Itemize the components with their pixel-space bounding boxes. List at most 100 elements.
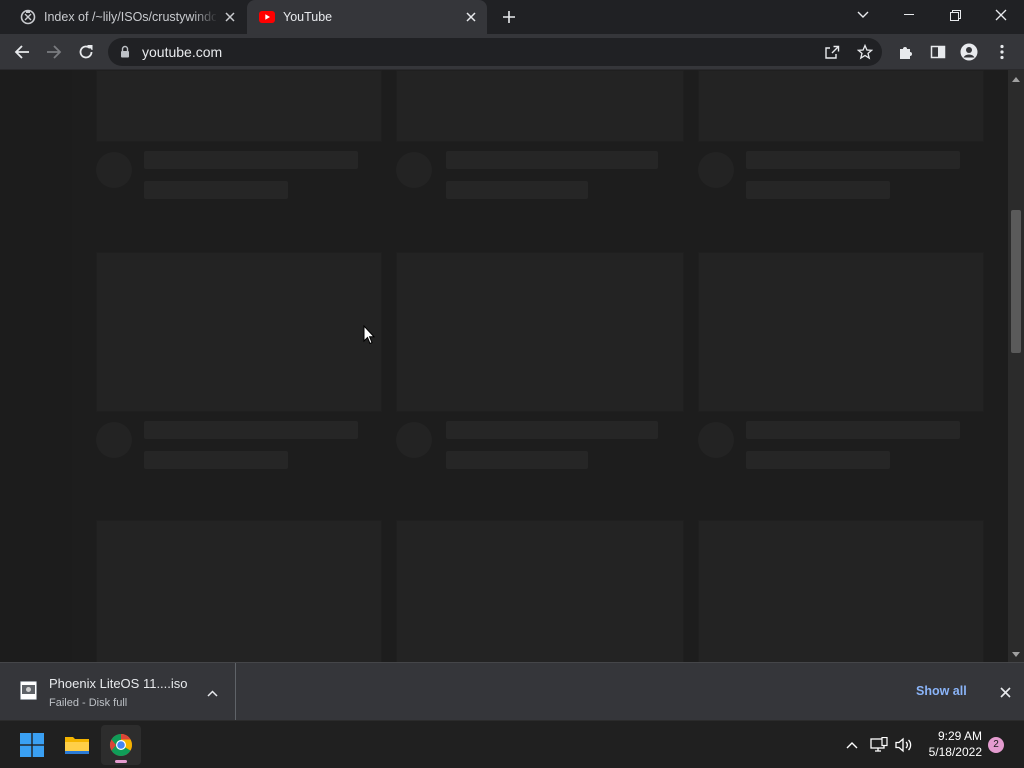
minimize-icon — [904, 14, 914, 15]
title-line-placeholder — [746, 151, 960, 169]
channel-avatar-placeholder — [396, 422, 432, 458]
windows-logo-icon — [20, 733, 44, 757]
start-button[interactable] — [12, 725, 52, 765]
tab-youtube[interactable]: YouTube — [247, 0, 487, 34]
window-close-button[interactable] — [978, 0, 1024, 30]
reload-button[interactable] — [72, 38, 100, 66]
channel-avatar-placeholder — [396, 152, 432, 188]
network-icon — [870, 737, 888, 752]
channel-avatar-placeholder — [96, 152, 132, 188]
chrome-menu-button[interactable] — [988, 38, 1016, 66]
video-thumbnail-placeholder — [698, 252, 984, 412]
mouse-pointer-icon — [363, 325, 375, 345]
network-button[interactable] — [867, 733, 891, 757]
plus-icon — [503, 11, 515, 23]
show-all-downloads-link[interactable]: Show all — [916, 684, 967, 698]
tab-title: YouTube — [283, 10, 333, 24]
tab-title-fade — [192, 6, 218, 28]
download-file-name: Phoenix LiteOS 11....iso — [49, 676, 188, 691]
meta-line-placeholder — [446, 181, 588, 199]
more-vert-icon — [1000, 44, 1004, 60]
back-button[interactable] — [8, 38, 36, 66]
profile-icon — [960, 43, 978, 61]
title-line-placeholder — [746, 421, 960, 439]
taskbar-clock[interactable]: 9:29 AM 5/18/2022 — [920, 728, 982, 760]
chrome-logo-icon — [110, 734, 132, 756]
video-thumbnail-placeholder — [698, 70, 984, 142]
tab-index-of-isos[interactable]: Index of /~lily/ISOs/crustywindows — [8, 0, 246, 34]
chrome-taskbar-button[interactable] — [101, 725, 141, 765]
title-line-placeholder — [144, 151, 358, 169]
arrow-right-icon — [47, 45, 62, 59]
title-line-placeholder — [446, 151, 658, 169]
extensions-button[interactable] — [892, 38, 920, 66]
windows-taskbar: 9:29 AM 5/18/2022 2 — [0, 720, 1024, 768]
forward-button[interactable] — [40, 38, 68, 66]
profile-button[interactable] — [955, 38, 983, 66]
address-bar[interactable]: youtube.com — [108, 38, 882, 66]
lock-icon[interactable] — [120, 45, 130, 63]
video-thumbnail-placeholder — [96, 70, 382, 142]
minimize-button[interactable] — [886, 0, 932, 30]
chevron-down-icon — [857, 11, 869, 18]
download-shelf: Phoenix LiteOS 11....iso Failed - Disk f… — [0, 662, 1024, 720]
video-thumbnail-placeholder — [698, 520, 984, 662]
download-item[interactable]: Phoenix LiteOS 11....iso Failed - Disk f… — [0, 663, 236, 720]
show-hidden-icons-button[interactable] — [840, 733, 864, 757]
arrow-left-icon — [14, 45, 29, 59]
tab-search-button[interactable] — [840, 0, 886, 30]
speaker-icon — [895, 737, 912, 753]
folder-icon — [65, 737, 89, 754]
video-thumbnail-placeholder — [96, 252, 382, 412]
close-icon — [995, 9, 1007, 21]
close-icon[interactable] — [463, 9, 479, 25]
iso-file-icon — [20, 681, 37, 700]
url-text: youtube.com — [142, 44, 223, 60]
meta-line-placeholder — [144, 181, 288, 199]
title-line-placeholder — [446, 421, 658, 439]
star-icon — [857, 44, 873, 60]
guide-sidebar — [0, 70, 72, 662]
video-thumbnail-placeholder — [396, 252, 684, 412]
puzzle-icon — [900, 47, 912, 59]
new-tab-button[interactable] — [498, 6, 520, 28]
scrollbar-thumb[interactable] — [1011, 210, 1021, 353]
tab-title: Index of /~lily/ISOs/crustywindows — [44, 10, 216, 24]
archive-favicon-icon — [20, 9, 36, 25]
file-explorer-button[interactable] — [57, 725, 97, 765]
browser-toolbar: youtube.com — [0, 34, 1024, 70]
chevron-up-icon[interactable] — [204, 685, 220, 701]
clock-time: 9:29 AM — [937, 729, 982, 743]
close-icon[interactable] — [222, 9, 238, 25]
side-panel-button[interactable] — [924, 38, 952, 66]
close-download-shelf-icon[interactable] — [996, 683, 1014, 701]
scroll-down-arrow-icon[interactable] — [1012, 650, 1020, 658]
meta-line-placeholder — [746, 451, 890, 469]
notification-badge[interactable]: 2 — [988, 737, 1004, 753]
volume-button[interactable] — [892, 733, 916, 757]
chevron-up-icon — [846, 741, 858, 748]
video-grid-skeleton — [72, 70, 1008, 662]
meta-line-placeholder — [446, 451, 588, 469]
channel-avatar-placeholder — [96, 422, 132, 458]
restore-button[interactable] — [932, 0, 978, 30]
meta-line-placeholder — [746, 181, 890, 199]
meta-line-placeholder — [144, 451, 288, 469]
video-thumbnail-placeholder — [396, 520, 684, 662]
youtube-page[interactable] — [0, 70, 1008, 662]
reload-icon — [79, 45, 93, 59]
channel-avatar-placeholder — [698, 152, 734, 188]
video-thumbnail-placeholder — [96, 520, 382, 662]
active-app-indicator — [115, 760, 127, 763]
share-button[interactable] — [820, 40, 844, 64]
share-icon — [825, 45, 840, 59]
channel-avatar-placeholder — [698, 422, 734, 458]
clock-date: 5/18/2022 — [928, 745, 982, 759]
video-thumbnail-placeholder — [396, 70, 684, 142]
tab-strip: Index of /~lily/ISOs/crustywindows YouTu… — [0, 0, 1024, 34]
download-status: Failed - Disk full — [49, 697, 128, 709]
bookmark-button[interactable] — [853, 40, 877, 64]
youtube-favicon-icon — [259, 9, 275, 25]
page-scrollbar[interactable] — [1008, 70, 1024, 662]
scroll-up-arrow-icon[interactable] — [1012, 75, 1020, 83]
